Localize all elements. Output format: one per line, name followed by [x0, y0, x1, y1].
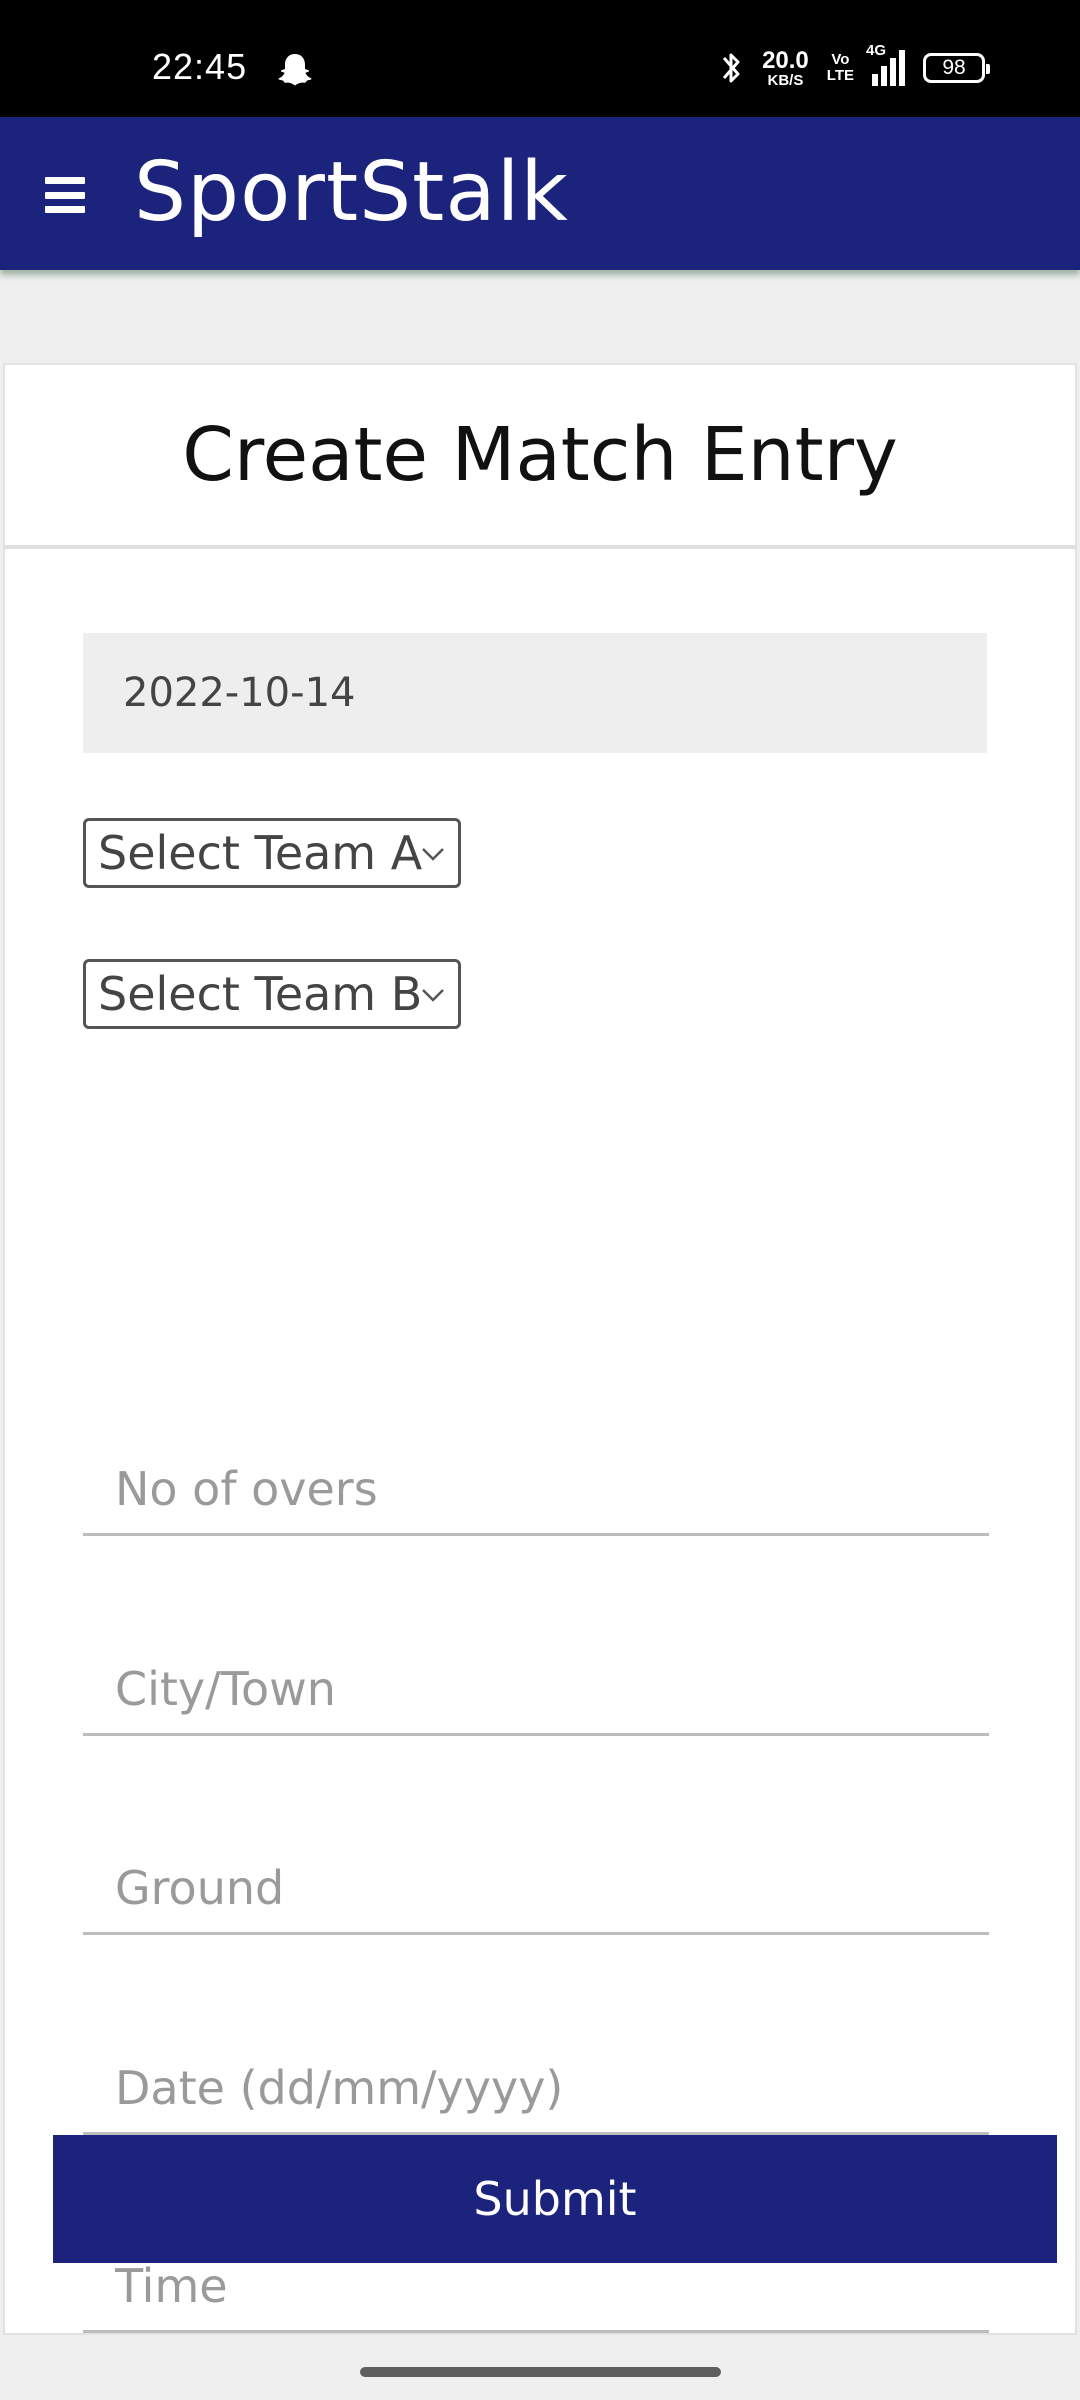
net-speed-value: 20.0	[762, 46, 809, 74]
team-a-select[interactable]: Select Team A	[83, 818, 461, 888]
status-time: 22:45	[152, 46, 248, 87]
date-input[interactable]	[83, 2017, 989, 2132]
volte-bottom: LTE	[826, 67, 854, 84]
page-title: Create Match Entry	[182, 412, 898, 498]
date-display-field: 2022-10-14	[83, 633, 987, 753]
signal-icon: 4G	[866, 42, 905, 86]
battery-icon: 98	[923, 53, 990, 83]
team-a-select-label: Select Team A	[98, 826, 423, 880]
app-title: SportStalk	[134, 145, 569, 240]
city-input[interactable]	[83, 1618, 989, 1733]
status-bar: 22:45 20.0 KB/S Vo LTE 4G 98	[0, 0, 1080, 117]
submit-button[interactable]: Submit	[53, 2135, 1057, 2263]
overs-field	[83, 1418, 989, 1536]
app-bar: SportStalk	[0, 117, 1080, 270]
net-speed: 20.0 KB/S	[762, 46, 809, 89]
volte-top: Vo	[831, 51, 850, 69]
network-type: 4G	[866, 42, 887, 59]
ground-field	[83, 1817, 989, 1935]
volte-indicator: Vo LTE	[827, 52, 854, 84]
match-entry-card: Create Match Entry 2022-10-14 Select Tea…	[3, 363, 1077, 2335]
city-field	[83, 1618, 989, 1736]
team-b-select[interactable]: Select Team B	[83, 959, 461, 1029]
team-b-select-label: Select Team B	[98, 967, 423, 1021]
ground-input[interactable]	[83, 1817, 989, 1932]
battery-level: 98	[942, 56, 966, 79]
status-icons: 20.0 KB/S Vo LTE 4G 98	[718, 42, 990, 89]
snapchat-ghost-icon	[278, 54, 312, 86]
date-field	[83, 2017, 989, 2135]
bluetooth-icon	[722, 53, 740, 83]
hamburger-menu-icon[interactable]	[45, 177, 85, 213]
chevron-down-icon	[422, 989, 444, 1002]
overs-input[interactable]	[83, 1418, 989, 1533]
net-speed-unit: KB/S	[767, 71, 804, 89]
chevron-down-icon	[422, 848, 444, 861]
home-indicator[interactable]	[360, 2367, 721, 2377]
card-header: Create Match Entry	[5, 365, 1075, 549]
